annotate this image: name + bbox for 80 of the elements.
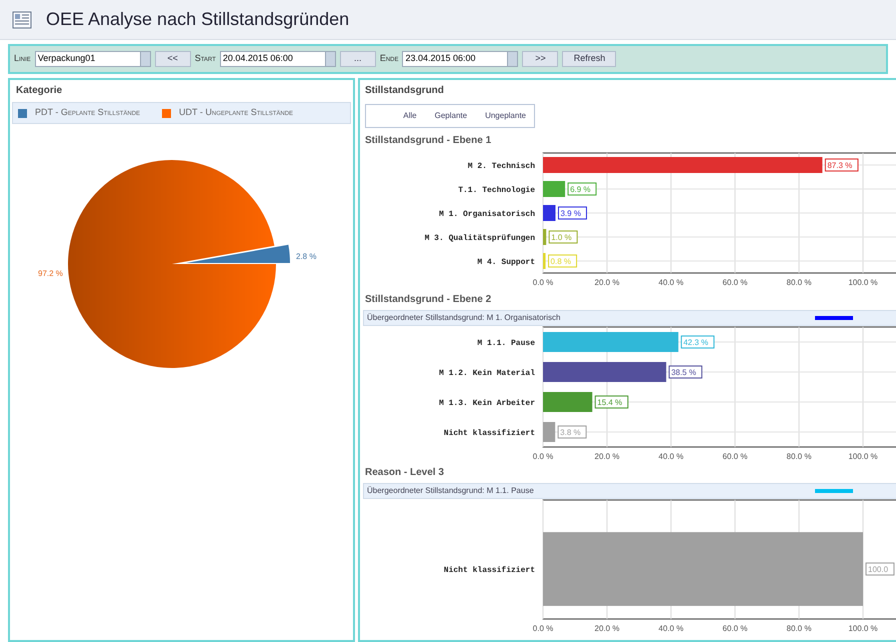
category-label: Nicht klassifiziert bbox=[444, 566, 535, 576]
axis-tick-label: 100.0 % bbox=[848, 278, 878, 287]
value-label: 6.9 % bbox=[568, 182, 597, 196]
section-title: Stillstandsgrund - Ebene 2 bbox=[365, 293, 492, 307]
previous-button[interactable]: << bbox=[154, 51, 191, 67]
section-title: Reason - Level 3 bbox=[365, 466, 445, 480]
data-label: 15.4 % bbox=[597, 398, 622, 407]
bar bbox=[543, 422, 556, 442]
data-label: 3.9 % bbox=[560, 209, 581, 218]
axis-tick-label: 60.0 % bbox=[722, 452, 748, 461]
data-label: 87.3 % bbox=[827, 161, 852, 170]
value-label: 3.9 % bbox=[558, 206, 587, 220]
axis-tick-label: 80.0 % bbox=[786, 452, 812, 461]
axis-tick-label: 40.0 % bbox=[658, 452, 684, 461]
category-label: Nicht klassifiziert bbox=[444, 429, 535, 438]
value-label: 42.3 % bbox=[680, 336, 714, 348]
axis-tick-label: 60.0 % bbox=[722, 624, 748, 633]
data-label: 3.8 % bbox=[560, 428, 581, 437]
legend-label: PDT - Geplante Stillstände bbox=[35, 106, 140, 120]
category-label: M 1.3. Kein Arbeiter bbox=[438, 399, 535, 408]
value-label: 0.8 % bbox=[548, 254, 578, 268]
bar bbox=[543, 181, 566, 197]
axis-tick-label: 100.0 % bbox=[848, 452, 878, 461]
panel-title: Kategorie bbox=[16, 84, 64, 98]
axis-tick-label: 40.0 % bbox=[658, 278, 684, 287]
data-label: 42.3 % bbox=[683, 338, 708, 347]
data-label: 38.5 % bbox=[671, 368, 696, 377]
bar bbox=[543, 253, 546, 269]
category-label: M 4. Support bbox=[477, 258, 535, 267]
slice-value-label: 2.8 % bbox=[296, 252, 316, 261]
bar bbox=[543, 229, 546, 245]
category-label: M 3. Qualitätsprüfungen bbox=[424, 234, 535, 243]
refresh-button[interactable]: Refresh bbox=[562, 51, 616, 67]
filter-button[interactable]: Ungeplante bbox=[485, 110, 526, 122]
axis-tick-label: 20.0 % bbox=[594, 624, 620, 633]
axis-tick-label: 20.0 % bbox=[594, 452, 620, 461]
end-date-field[interactable]: 23.04.2015 06:00 bbox=[402, 51, 518, 67]
start-label: Start bbox=[194, 52, 216, 66]
axis-tick-label: 100.0 % bbox=[848, 624, 878, 633]
value-label: 1.0 % bbox=[548, 230, 578, 244]
data-label: 6.9 % bbox=[570, 185, 591, 194]
value-label: 3.8 % bbox=[558, 426, 587, 438]
window-title: OEE Analyse nach Stillstandsgründen bbox=[46, 8, 350, 31]
axis-tick-label: 0.0 % bbox=[532, 452, 554, 461]
document-icon bbox=[12, 10, 32, 28]
axis-tick-label: 20.0 % bbox=[594, 278, 620, 287]
slice-value-label: 97.2 % bbox=[38, 269, 63, 278]
line-dropdown[interactable]: Verpackung01 bbox=[34, 51, 151, 67]
value-label: 15.4 % bbox=[594, 396, 628, 408]
start-date-field[interactable]: 20.04.2015 06:00 bbox=[220, 51, 336, 67]
category-label: M 1.1. Pause bbox=[477, 339, 535, 348]
next-button[interactable]: >> bbox=[522, 51, 558, 67]
filter-button[interactable]: Alle bbox=[403, 110, 417, 122]
legend-label: UDT - Ungeplante Stillstände bbox=[179, 106, 294, 120]
category-label: M 1. Organisatorisch bbox=[438, 210, 535, 219]
section-title: Stillstandsgrund - Ebene 1 bbox=[365, 134, 492, 148]
filter-button[interactable]: Geplante bbox=[434, 110, 468, 122]
parent-reason-label: Übergeordneter Stillstandsgrund: M 1.1. Pause bbox=[367, 485, 535, 497]
parent-reason-label: Übergeordneter Stillstandsgrund: M 1. Organisatorisch bbox=[367, 312, 562, 324]
category-label: M 2. Technisch bbox=[468, 162, 535, 171]
end-label: Ende bbox=[380, 52, 398, 66]
value-label: 87.3 % bbox=[824, 158, 858, 172]
panel-title: Stillstandsgrund bbox=[365, 84, 445, 98]
bar bbox=[543, 392, 592, 412]
axis-tick-label: 0.0 % bbox=[532, 278, 554, 287]
value-label: 100.0 bbox=[866, 562, 894, 576]
axis-tick-label: 60.0 % bbox=[722, 278, 748, 287]
bar bbox=[543, 205, 556, 221]
category-label: T.1. Technologie bbox=[458, 186, 535, 195]
data-label: 100.0 bbox=[868, 565, 889, 574]
axis-tick-label: 80.0 % bbox=[786, 624, 812, 633]
axis-tick-label: 80.0 % bbox=[786, 278, 812, 287]
axis-tick-label: 40.0 % bbox=[658, 624, 684, 633]
category-label: M 1.2. Kein Material bbox=[438, 369, 535, 378]
line-label: Linie bbox=[14, 52, 31, 66]
axis-tick-label: 0.0 % bbox=[532, 624, 554, 633]
value-label: 38.5 % bbox=[668, 366, 702, 378]
range-button[interactable]: ... bbox=[340, 51, 376, 67]
data-label: 1.0 % bbox=[551, 233, 572, 242]
data-label: 0.8 % bbox=[550, 257, 572, 266]
